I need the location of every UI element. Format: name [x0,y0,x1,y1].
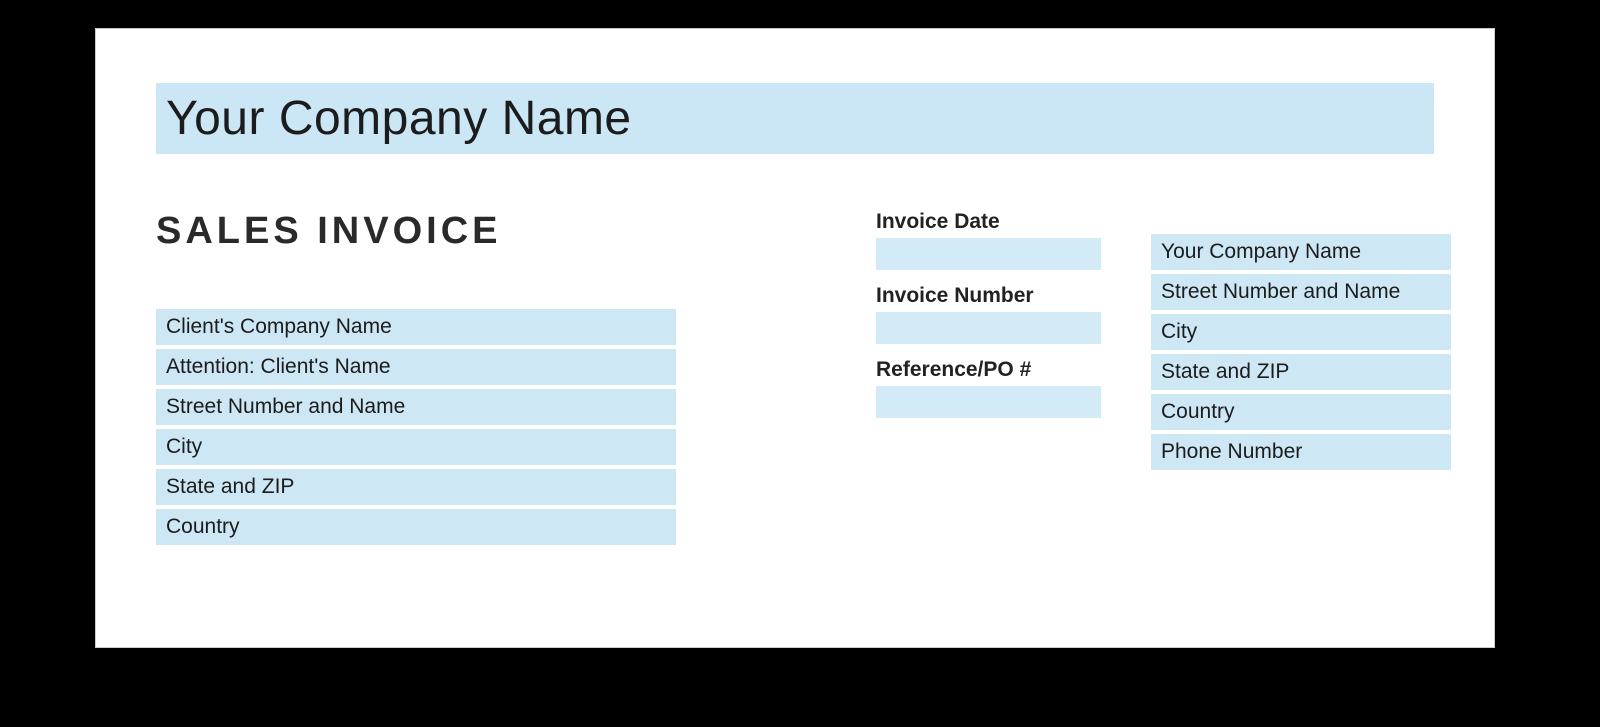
company-details-column: Your Company Name Street Number and Name… [1151,234,1451,474]
invoice-number-label: Invoice Number [876,284,1101,308]
company-name-bar[interactable]: Your Company Name [156,83,1434,154]
left-column: SALES INVOICE Client's Company Name Atte… [156,210,676,549]
invoice-number-field[interactable] [876,312,1101,344]
company-detail-line[interactable]: Country [1151,394,1451,430]
client-line[interactable]: Country [156,509,676,545]
client-line[interactable]: City [156,429,676,465]
content-area: SALES INVOICE Client's Company Name Atte… [156,210,1434,549]
invoice-date-label: Invoice Date [876,210,1101,234]
client-line[interactable]: Attention: Client's Name [156,349,676,385]
company-detail-line[interactable]: Your Company Name [1151,234,1451,270]
invoice-date-field[interactable] [876,238,1101,270]
meta-column: Invoice Date Invoice Number Reference/PO… [876,210,1101,432]
reference-label: Reference/PO # [876,358,1101,382]
company-detail-line[interactable]: Street Number and Name [1151,274,1451,310]
document-title: SALES INVOICE [156,210,676,253]
reference-field[interactable] [876,386,1101,418]
client-line[interactable]: Street Number and Name [156,389,676,425]
company-detail-line[interactable]: Phone Number [1151,434,1451,470]
company-detail-line[interactable]: City [1151,314,1451,350]
client-line[interactable]: Client's Company Name [156,309,676,345]
client-line[interactable]: State and ZIP [156,469,676,505]
company-detail-line[interactable]: State and ZIP [1151,354,1451,390]
invoice-page: Your Company Name SALES INVOICE Client's… [95,28,1495,648]
